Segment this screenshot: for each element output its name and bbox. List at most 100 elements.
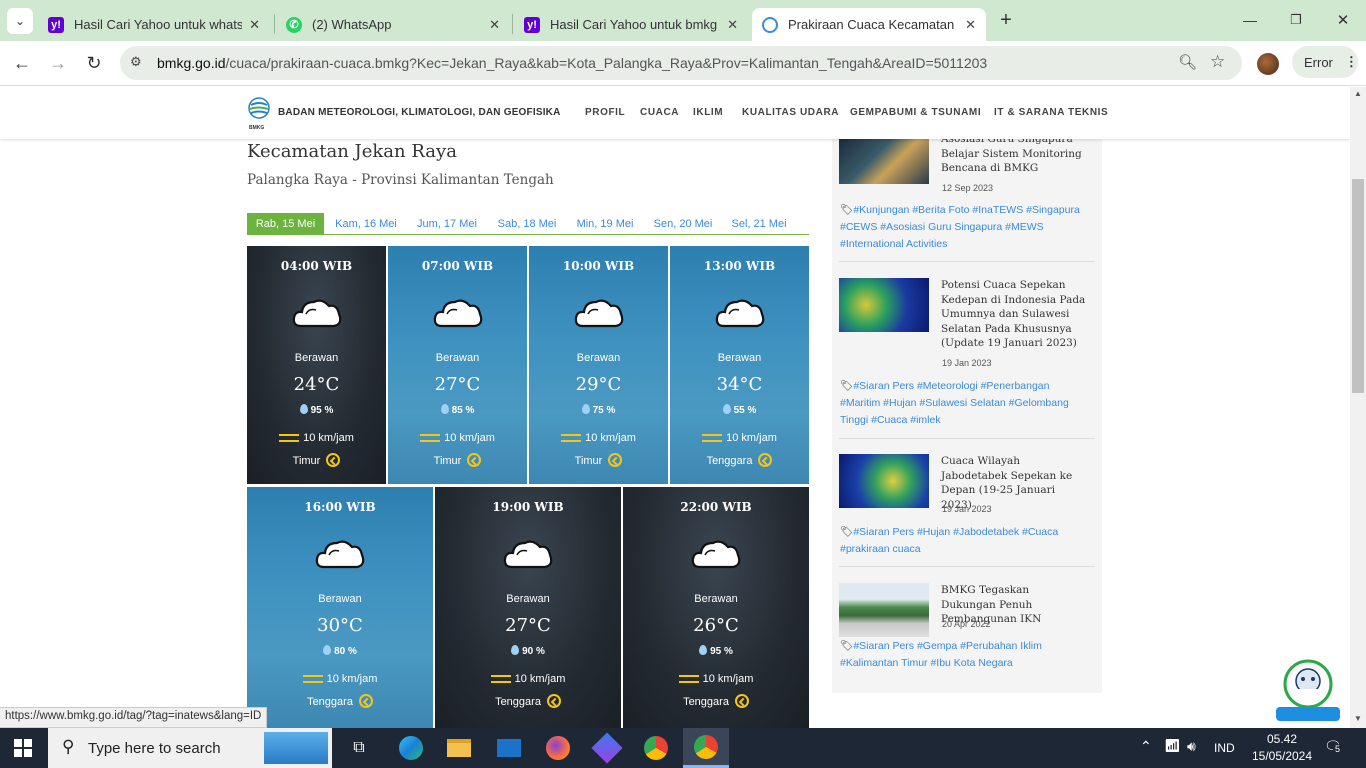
day-tab-2[interactable]: Jum, 17 Mei [408,213,486,235]
windows-taskbar: ⚲ Type here to search ⧉ ⌃ 📶︎ 🔊︎ IND 05.4… [0,728,1366,768]
address-bar[interactable]: ⚙ bmkg.go.id/cuaca/prakiraan-cuaca.bmkg?… [120,46,1242,80]
news-thumbnail[interactable] [839,583,929,637]
nav-gempabumi[interactable]: GEMPABUMI & TSUNAMI [850,107,981,118]
reload-button[interactable]: ↻ [82,51,106,75]
close-tab-icon[interactable]: ✕ [249,17,260,33]
tab-whatsapp[interactable]: ✆ (2) WhatsApp ✕ [276,8,510,41]
input-language[interactable]: IND [1214,741,1235,755]
task-view-icon[interactable]: ⧉ [336,728,382,768]
file-explorer-icon[interactable] [436,728,482,768]
day-tab-1[interactable]: Kam, 16 Mei [327,213,405,235]
day-tab-6[interactable]: Sel, 21 Mei [721,213,797,235]
chrome-active-icon[interactable] [683,728,729,768]
edge-icon[interactable] [388,728,434,768]
zoom-icon[interactable]: 🔍︎ [1178,53,1197,71]
show-hidden-icons[interactable]: ⌃ [1140,738,1152,755]
forecast-condition: Berawan [435,352,480,364]
forecast-condition: Berawan [576,352,621,364]
volume-icon[interactable]: 🔊︎ [1187,738,1196,755]
page-subtitle: Palangka Raya - Provinsi Kalimantan Teng… [247,172,554,188]
profile-avatar[interactable] [1257,53,1279,75]
humidity-value: 95 % [710,646,733,657]
forecast-humidity: 90 % [435,645,621,657]
day-tab-0[interactable]: Rab, 15 Mei [247,213,324,235]
tab-bmkg-active[interactable]: Prakiraan Cuaca Kecamatan Jek ✕ [752,8,986,41]
humidity-value: 85 % [451,405,475,416]
compass-icon [608,453,623,467]
whatsapp-icon: ✆ [286,16,302,33]
mail-icon[interactable] [486,728,532,768]
profile-error-button[interactable]: Error ⋮ [1292,46,1358,78]
wind-icon [702,434,723,443]
day-tab-4[interactable]: Min, 19 Mei [566,213,644,235]
news-date: 20 Apr 2022 [942,619,991,629]
chrome-icon[interactable] [633,728,679,768]
copilot-icon[interactable] [584,728,630,768]
nav-it-sarana[interactable]: IT & SARANA TEKNIS [994,107,1108,118]
close-window-button[interactable]: ✕ [1331,8,1355,32]
wind-icon [279,434,300,443]
bookmark-star-icon[interactable]: ☆ [1210,52,1225,72]
bmkg-icon [762,16,778,33]
news-tags-text[interactable]: #Siaran Pers #Hujan #Jabodetabek #Cuaca … [840,526,1058,555]
tab-yahoo-whatsapp[interactable]: y! Hasil Cari Yahoo untuk whatsapp ✕ [38,8,270,41]
org-name[interactable]: BADAN METEOROLOGI, KLIMATOLOGI, DAN GEOF… [278,107,561,118]
day-tab-3[interactable]: Sab, 18 Mei [488,213,566,235]
wind-direction-text: Timur [292,455,321,467]
news-tags[interactable]: 🏷︎#Siaran Pers #Gempa #Perubahan Iklim #… [840,638,1088,672]
nav-kualitas-udara[interactable]: KUALITAS UDARA [742,107,839,118]
back-button[interactable]: ← [10,51,34,75]
url-path: /cuaca/prakiraan-cuaca.bmkg?Kec=Jekan_Ra… [225,55,988,71]
news-thumbnail[interactable] [839,278,929,332]
forecast-wind: 10 km/jam [247,673,433,685]
news-thumbnail[interactable] [839,454,929,508]
news-tags[interactable]: 🏷︎#Kunjungan #Berita Foto #InaTEWS #Sing… [840,202,1088,253]
notification-icon[interactable]: 🗨︎5 [1324,738,1343,755]
bmkg-logo[interactable] [247,97,271,127]
news-thumbnail[interactable] [839,137,929,184]
close-tab-icon[interactable]: ✕ [727,17,738,33]
day-tab-5[interactable]: Sen, 20 Mei [644,213,722,235]
news-tags[interactable]: 🏷︎#Siaran Pers #Hujan #Jabodetabek #Cuac… [840,524,1088,558]
nav-cuaca[interactable]: CUACA [640,107,679,118]
url-text[interactable]: bmkg.go.id/cuaca/prakiraan-cuaca.bmkg?Ke… [157,55,987,71]
nav-iklim[interactable]: IKLIM [693,107,723,118]
site-info-icon[interactable]: ⚙ [130,54,142,70]
news-tags-text[interactable]: #Kunjungan #Berita Foto #InaTEWS #Singap… [840,204,1080,250]
news-tags[interactable]: 🏷︎#Siaran Pers #Meteorologi #Penerbangan… [840,378,1088,429]
close-tab-icon[interactable]: ✕ [489,17,500,33]
tab-yahoo-bmkg[interactable]: y! Hasil Cari Yahoo untuk bmkg pa ✕ [514,8,748,41]
menu-kebab-icon[interactable]: ⋮ [1345,54,1358,70]
news-tags-text[interactable]: #Siaran Pers #Gempa #Perubahan Iklim #Ka… [840,640,1042,669]
taskbar-clock[interactable]: 05.42 15/05/2024 [1250,731,1314,765]
scroll-up-arrow[interactable]: ▲ [1354,89,1362,98]
cloudy-icon [714,294,766,330]
cloudy-icon [690,535,742,571]
status-url: https://www.bmkg.go.id/tag/?tag=inatews&… [0,707,268,728]
minimize-button[interactable]: — [1238,8,1262,32]
tab-search-button[interactable]: ⌄ [7,8,33,34]
network-icon[interactable]: 📶︎ [1164,738,1181,754]
page-scrollbar[interactable]: ▲ ▼ [1350,87,1366,728]
tag-icon: 🏷︎ [840,380,854,392]
start-button[interactable] [0,728,46,768]
live-chat-widget[interactable] [1276,659,1340,721]
forecast-wind: 10 km/jam [670,432,809,444]
news-tags-text[interactable]: #Siaran Pers #Meteorologi #Penerbangan #… [840,380,1069,426]
forecast-wind: 10 km/jam [435,673,621,685]
wind-direction-text: Tenggara [683,696,729,708]
compass-icon [758,453,773,467]
new-tab-button[interactable]: + [994,8,1018,32]
firefox-icon[interactable] [535,728,581,768]
close-tab-icon[interactable]: ✕ [965,17,976,33]
restore-button[interactable]: ❐ [1284,8,1308,32]
news-title[interactable]: Potensi Cuaca Sepekan Kedepan di Indones… [941,278,1087,351]
scrollbar-thumb[interactable] [1352,179,1364,393]
forecast-time: 22:00 WIB [680,500,752,514]
forward-button[interactable]: → [46,51,70,75]
clock-date: 15/05/2024 [1251,749,1313,763]
nav-profil[interactable]: PROFIL [585,107,625,118]
humidity-drop-icon [581,404,590,414]
scroll-down-arrow[interactable]: ▼ [1354,714,1362,723]
taskbar-search[interactable]: ⚲ Type here to search [48,728,332,768]
